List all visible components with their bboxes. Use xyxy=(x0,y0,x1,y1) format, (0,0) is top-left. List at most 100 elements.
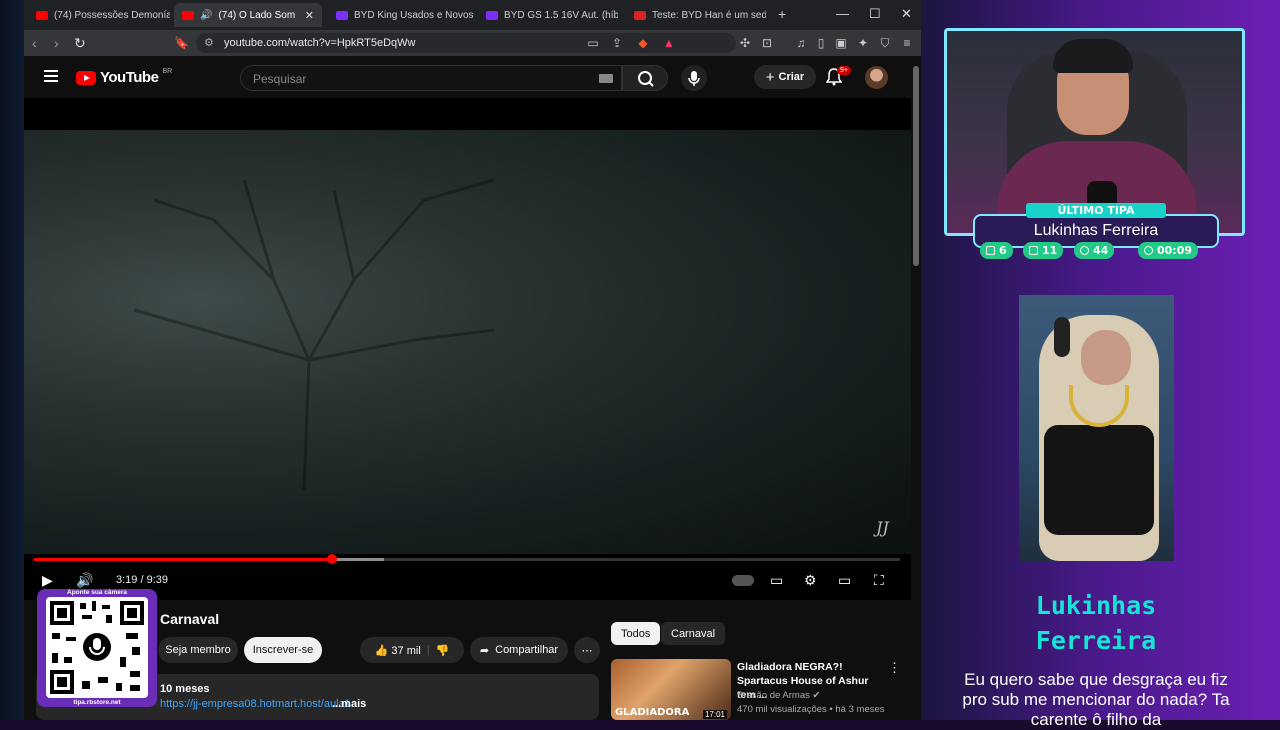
tab-2-active[interactable]: 🔊 (74) O Lado Sombrio do Ca ✕ xyxy=(174,3,322,27)
channel-watermark[interactable]: JJ xyxy=(876,518,889,537)
hamburger-menu-icon[interactable] xyxy=(44,70,58,82)
tab-1[interactable]: (74) Possessões Demoníacas Reais xyxy=(28,3,170,27)
page-scrollbar[interactable] xyxy=(911,56,921,720)
reload-icon[interactable]: ↻ xyxy=(74,35,86,51)
autoplay-toggle[interactable] xyxy=(732,575,754,586)
headphones xyxy=(1054,317,1070,357)
stat-value: 6 xyxy=(999,244,1007,257)
channel-name: Brasão de Armas xyxy=(737,690,810,701)
video-title: Carnaval xyxy=(160,611,220,627)
play-icon[interactable]: ▶ xyxy=(42,572,53,588)
progress-scrubber[interactable] xyxy=(326,554,337,564)
sidebar-icon[interactable]: ▯ xyxy=(814,36,828,50)
last-tip-banner: ÚLTIMO TIPA xyxy=(1026,203,1166,218)
join-button[interactable]: Seja membro xyxy=(158,637,238,663)
account-avatar[interactable] xyxy=(865,66,888,89)
voice-search-button[interactable] xyxy=(681,65,707,91)
menu-icon[interactable]: ≡ xyxy=(900,36,914,50)
back-icon[interactable]: ‹ xyxy=(32,35,37,51)
whatsapp-icon xyxy=(1144,246,1153,255)
brave-rewards-icon[interactable]: ▲ xyxy=(662,36,676,50)
search-button[interactable] xyxy=(622,65,668,91)
bookmark-icon[interactable]: 🔖 xyxy=(174,35,189,51)
tip-alert-name-line1: Lukinhas xyxy=(1035,591,1157,620)
share-icon[interactable]: ⇪ xyxy=(610,36,624,50)
youtube-favicon-icon xyxy=(36,10,48,20)
keyboard-icon[interactable] xyxy=(599,74,613,83)
recommendation-menu-icon[interactable]: ⋮ xyxy=(888,660,901,676)
site-info-icon[interactable]: ⚙ xyxy=(204,36,214,49)
recommendation-channel[interactable]: Brasão de Armas ✔ xyxy=(737,690,820,701)
news-favicon-icon xyxy=(634,10,646,20)
forward-icon[interactable]: › xyxy=(54,35,59,51)
new-tab-button[interactable]: + xyxy=(778,6,786,22)
verified-icon: ✔ xyxy=(812,690,821,701)
vpn-icon[interactable]: ⛉ xyxy=(878,36,892,50)
video-player[interactable]: JJ xyxy=(24,98,911,600)
share-label: Compartilhar xyxy=(495,644,559,656)
like-button[interactable]: 👍 37 mil xyxy=(375,644,421,657)
tab-title: BYD King Usados e Novos xyxy=(354,9,474,21)
tab-4[interactable]: BYD GS 1.5 16V Aut. (híbrido) 2025 xyxy=(478,3,618,27)
fullscreen-icon[interactable]: ⛶ xyxy=(874,572,884,588)
wallet-icon[interactable]: ▣ xyxy=(834,36,848,50)
stat-timer: 00:09 xyxy=(1138,242,1199,259)
logo-text: YouTube xyxy=(100,69,159,86)
recommendation-thumbnail[interactable]: GLADIADORA 17:01 xyxy=(611,659,731,720)
cast-icon[interactable]: ▭ xyxy=(586,36,600,50)
streamer-hair xyxy=(1053,39,1133,73)
monkey-shirt xyxy=(1044,425,1154,535)
olx-favicon-icon xyxy=(486,10,498,20)
youtube-icon xyxy=(1029,246,1038,255)
screenshot-icon[interactable]: ⊡ xyxy=(760,36,774,50)
volume-icon[interactable]: 🔊 xyxy=(76,572,93,588)
music-icon[interactable]: ♫ xyxy=(794,36,808,50)
tip-alert-name-line2: Ferreira xyxy=(1035,626,1157,655)
brave-shields-icon[interactable]: ◆ xyxy=(636,36,650,50)
dark-tree-silhouette xyxy=(133,178,495,490)
chip-label: Todos xyxy=(621,627,651,640)
address-bar-row: ‹ › ↻ 🔖 ⚙ youtube.com/watch?v=HpkRT5eDqW… xyxy=(24,30,921,56)
subscribe-button[interactable]: Inscrever-se xyxy=(244,637,322,663)
like-dislike-group: 👍 37 mil | 👎 xyxy=(360,637,464,663)
like-count: 37 mil xyxy=(391,644,421,657)
share-button[interactable]: ➦ Compartilhar xyxy=(470,637,568,663)
tip-alert-name: Lukinhas Ferreira xyxy=(990,588,1202,658)
subtitles-icon[interactable]: ▭ xyxy=(770,572,783,588)
stat-kick: 44 xyxy=(1074,242,1115,259)
browser-window: (74) Possessões Demoníacas Reais 🔊 (74) … xyxy=(24,0,921,720)
qr-instruction: Aponte sua câmera xyxy=(67,589,127,596)
create-button[interactable]: + Criar xyxy=(754,65,816,89)
theater-mode-icon[interactable]: ▭ xyxy=(838,572,851,588)
close-tab-icon[interactable]: ✕ xyxy=(305,9,314,22)
description-link[interactable]: https://jj-empresa08.hotmart.host/aula1 xyxy=(160,698,351,710)
chip-all[interactable]: Todos xyxy=(611,622,661,645)
scrollbar-thumb[interactable] xyxy=(913,66,919,266)
recommendation-meta: 470 mil visualizações • há 3 meses xyxy=(737,704,885,715)
tab-title: Teste: BYD Han é um sedã elétrico xyxy=(652,9,766,21)
tab-3[interactable]: BYD King Usados e Novos xyxy=(328,3,476,27)
tab-5[interactable]: Teste: BYD Han é um sedã elétrico xyxy=(626,3,766,27)
youtube-logo[interactable]: YouTube BR xyxy=(76,68,172,86)
search-input[interactable]: Pesquisar xyxy=(240,65,622,91)
dislike-icon[interactable]: 👎 xyxy=(436,644,450,657)
qr-code xyxy=(46,597,148,698)
tab-bar: (74) Possessões Demoníacas Reais 🔊 (74) … xyxy=(24,0,921,30)
settings-gear-icon[interactable]: ⚙ xyxy=(804,572,817,588)
chip-carnaval[interactable]: Carnaval xyxy=(661,622,726,645)
twitch-icon xyxy=(986,246,995,255)
show-more-link[interactable]: ...mais xyxy=(332,698,366,710)
extensions-icon[interactable]: ✣ xyxy=(738,36,752,50)
join-label: Seja membro xyxy=(165,644,231,656)
more-actions-button[interactable]: ⋯ xyxy=(574,637,600,663)
leo-ai-icon[interactable]: ✦ xyxy=(856,36,870,50)
youtube-play-icon xyxy=(76,70,96,85)
maximize-icon[interactable]: ☐ xyxy=(869,6,881,22)
duration-badge: 17:01 xyxy=(702,710,727,719)
close-window-icon[interactable]: ✕ xyxy=(901,6,912,22)
url-field[interactable]: ⚙ youtube.com/watch?v=HpkRT5eDqWw xyxy=(196,33,736,53)
youtube-header: YouTube BR Pesquisar + Criar 9+ xyxy=(24,56,921,98)
tip-qr-card: Aponte sua câmera tipa.rbstore.net xyxy=(37,589,157,707)
video-frame[interactable] xyxy=(24,130,911,554)
minimize-icon[interactable]: — xyxy=(836,6,849,21)
